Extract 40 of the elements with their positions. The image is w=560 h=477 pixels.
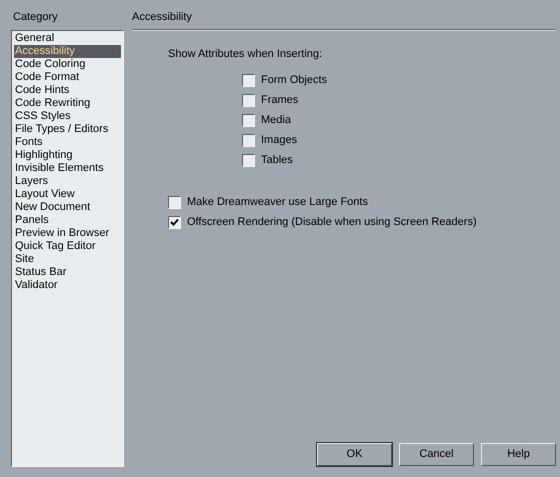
panel-title: Accessibility	[132, 10, 556, 30]
section-label: Show Attributes when Inserting:	[168, 48, 322, 61]
checkbox[interactable]	[242, 114, 255, 126]
checkbox[interactable]	[242, 134, 255, 146]
category-item[interactable]: Layout View	[14, 188, 121, 201]
category-item[interactable]: Code Rewriting	[14, 97, 121, 110]
dialog-button[interactable]: OK	[317, 443, 392, 466]
checkbox-label: Form Objects	[261, 74, 328, 86]
category-item[interactable]: Code Format	[14, 71, 121, 84]
category-header: Category	[12, 10, 59, 25]
category-item[interactable]: Fonts	[14, 136, 121, 149]
category-item[interactable]: Code Coloring	[14, 58, 121, 71]
checkbox[interactable]	[242, 94, 255, 106]
checkbox-label: Frames	[261, 94, 298, 106]
checkbox[interactable]	[168, 216, 181, 228]
category-item[interactable]: File Types / Editors	[14, 123, 121, 136]
category-item[interactable]: Status Bar	[14, 266, 121, 279]
category-item[interactable]: Panels	[14, 214, 121, 227]
category-item[interactable]: CSS Styles	[14, 110, 121, 123]
category-item[interactable]: Code Hints	[14, 84, 121, 97]
checkbox-label: Images	[261, 134, 298, 146]
category-item[interactable]: Quick Tag Editor	[14, 240, 121, 253]
checkbox[interactable]	[168, 196, 181, 208]
category-item[interactable]: Highlighting	[14, 149, 121, 162]
checkbox-label: Make Dreamweaver use Large Fonts	[187, 196, 368, 208]
checkbox[interactable]	[242, 74, 255, 86]
category-item[interactable]: Layers	[14, 175, 121, 188]
checkbox-label: Offscreen Rendering (Disable when using Screen Readers)	[187, 216, 477, 228]
category-item[interactable]: General	[14, 32, 121, 45]
dialog-button[interactable]: Cancel	[399, 443, 474, 466]
category-item[interactable]: New Document	[14, 201, 121, 214]
category-item[interactable]: Accessibility	[14, 45, 121, 58]
dialog-button[interactable]: Help	[481, 443, 556, 466]
checkbox[interactable]	[242, 154, 255, 166]
checkbox-label: Tables	[261, 154, 293, 166]
category-item[interactable]: Preview in Browser	[14, 227, 121, 240]
checkbox-label: Media	[261, 114, 291, 126]
category-item[interactable]: Invisible Elements	[14, 162, 121, 175]
category-item[interactable]: Site	[14, 253, 121, 266]
category-item[interactable]: Validator	[14, 279, 121, 292]
